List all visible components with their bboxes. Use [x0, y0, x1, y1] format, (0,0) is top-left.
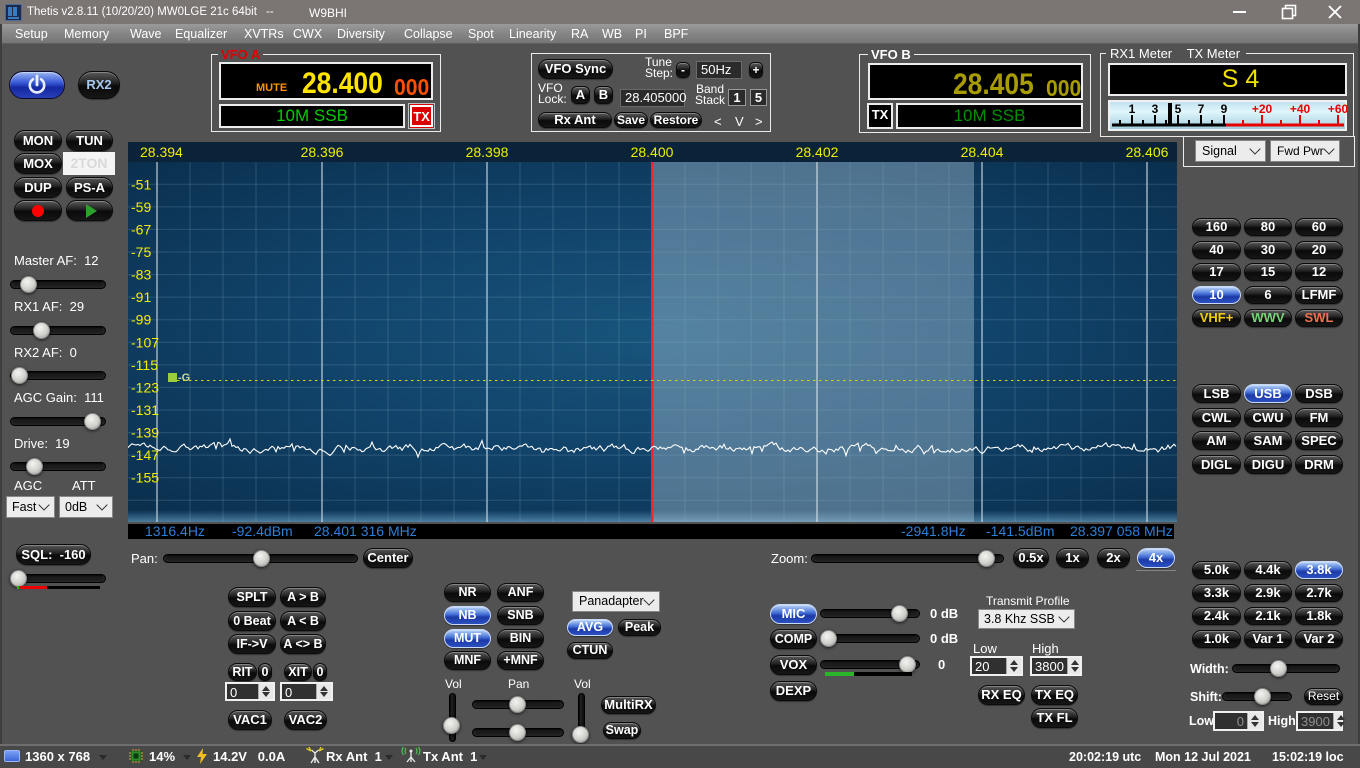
svg-text:-91: -91	[131, 289, 151, 305]
svg-text:28.406: 28.406	[1126, 144, 1169, 160]
svg-text:-141.5dBm: -141.5dBm	[986, 523, 1054, 539]
svg-text:28.404: 28.404	[961, 144, 1004, 160]
svg-text:-75: -75	[131, 244, 151, 260]
svg-text:-G: -G	[178, 372, 190, 384]
svg-text:+20: +20	[1252, 102, 1273, 116]
svg-text:28.397 058 MHz: 28.397 058 MHz	[1070, 523, 1173, 539]
svg-text:9: 9	[1221, 102, 1228, 116]
svg-text:-92.4dBm: -92.4dBm	[232, 523, 293, 539]
svg-text:-155: -155	[131, 470, 159, 486]
svg-text:-107: -107	[131, 334, 159, 350]
svg-text:-2941.8Hz: -2941.8Hz	[901, 523, 966, 539]
svg-text:-67: -67	[131, 221, 151, 237]
svg-text:-59: -59	[131, 199, 151, 215]
svg-text:-83: -83	[131, 267, 151, 283]
svg-text:-99: -99	[131, 312, 151, 328]
svg-text:-131: -131	[131, 402, 159, 418]
svg-text:28.401 316 MHz: 28.401 316 MHz	[314, 523, 417, 539]
svg-text:-51: -51	[131, 176, 151, 192]
svg-text:-139: -139	[131, 425, 159, 441]
svg-text:-123: -123	[131, 379, 159, 395]
svg-text:+40: +40	[1290, 102, 1311, 116]
svg-text:1316.4Hz: 1316.4Hz	[145, 523, 205, 539]
svg-text:1: 1	[1129, 102, 1136, 116]
svg-text:28.398: 28.398	[466, 144, 509, 160]
svg-text:28.400: 28.400	[631, 144, 674, 160]
svg-text:28.402: 28.402	[796, 144, 839, 160]
svg-text:7: 7	[1198, 102, 1205, 116]
svg-text:-115: -115	[131, 357, 158, 373]
svg-text:28.394: 28.394	[140, 144, 183, 160]
svg-text:3: 3	[1152, 102, 1159, 116]
svg-text:28.396: 28.396	[301, 144, 344, 160]
svg-text:-147: -147	[131, 447, 159, 463]
svg-text:5: 5	[1175, 102, 1182, 116]
svg-text:+60: +60	[1328, 102, 1347, 116]
